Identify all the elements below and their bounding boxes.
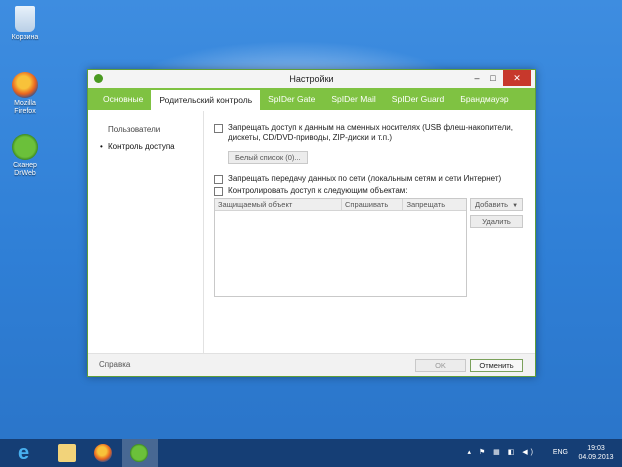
tab-general[interactable]: Основные <box>95 88 151 110</box>
checkbox-removable-media[interactable] <box>214 124 223 133</box>
recycle-bin-icon <box>15 6 35 32</box>
tray-icons[interactable]: ▴ ⚑ ▦ ◧ ◀) <box>467 448 536 456</box>
folder-icon <box>58 444 76 462</box>
title-bar[interactable]: Настройки – □ ✕ <box>88 70 535 88</box>
whitelist-button[interactable]: Белый список (0)... <box>228 151 308 164</box>
tab-bar: Основные Родительский контроль SpIDer Ga… <box>88 88 535 110</box>
language-indicator[interactable]: ENG <box>553 449 568 456</box>
add-button-label: Добавить <box>474 200 509 209</box>
add-button[interactable]: Добавить ▼ <box>470 198 523 211</box>
desktop-icon-label: Сканер DrWeb <box>13 162 37 177</box>
cancel-button[interactable]: Отменить <box>470 359 523 372</box>
chevron-down-icon: ▼ <box>512 203 519 209</box>
tab-spider-mail[interactable]: SpIDer Mail <box>323 88 383 110</box>
checkbox-network[interactable] <box>214 175 223 184</box>
remove-button[interactable]: Удалить <box>470 215 523 228</box>
maximize-button[interactable]: □ <box>485 70 501 86</box>
help-link[interactable]: Справка <box>99 360 130 369</box>
system-tray: ▴ ⚑ ▦ ◧ ◀) ENG 19:03 04.09.2013 <box>458 439 618 467</box>
tab-firewall[interactable]: Брандмауэр <box>452 88 516 110</box>
table-actions: Добавить ▼ Удалить <box>470 198 523 232</box>
column-header[interactable]: Спрашивать <box>342 199 404 210</box>
table-header: Защищаемый объект Спрашивать Запрещать <box>215 199 466 211</box>
column-header[interactable]: Запрещать <box>403 199 466 210</box>
settings-window: Настройки – □ ✕ Основные Родительский ко… <box>87 69 536 377</box>
desktop-icon-firefox[interactable]: Mozilla Firefox <box>2 72 48 116</box>
settings-content: Пользователи Контроль доступа Запрещать … <box>88 111 535 353</box>
clock-time: 19:03 <box>587 445 605 452</box>
option-control-objects[interactable]: Контролировать доступ к следующим объект… <box>214 186 523 196</box>
access-control-panel: Запрещать доступ к данным на сменных нос… <box>214 123 523 353</box>
option-label: Запрещать передачу данных по сети (локал… <box>228 174 502 183</box>
nav-item-access-control[interactable]: Контроль доступа <box>88 141 203 153</box>
clock[interactable]: 19:03 04.09.2013 <box>574 444 618 462</box>
tab-spider-guard[interactable]: SpIDer Guard <box>384 88 452 110</box>
taskbar: e ▴ ⚑ ▦ ◧ ◀) ENG 19:03 04.09.2013 <box>0 439 622 467</box>
internet-explorer-icon: e <box>18 442 30 464</box>
tab-spider-gate[interactable]: SpIDer Gate <box>260 88 323 110</box>
desktop-icon-label: Корзина <box>11 34 39 41</box>
desktop-icon-label: Mozilla Firefox <box>14 100 36 115</box>
taskbar-firefox[interactable] <box>86 439 122 467</box>
option-label: Запрещать доступ к данным на сменных нос… <box>228 123 513 142</box>
close-button[interactable]: ✕ <box>503 70 531 86</box>
drweb-spider-icon <box>12 134 38 160</box>
clock-date: 04.09.2013 <box>578 454 614 461</box>
drweb-spider-icon <box>130 444 148 462</box>
minimize-button[interactable]: – <box>469 70 485 86</box>
column-header[interactable]: Защищаемый объект <box>215 199 342 210</box>
taskbar-drweb[interactable] <box>122 439 158 467</box>
window-title: Настройки <box>289 74 334 84</box>
option-network[interactable]: Запрещать передачу данных по сети (локал… <box>214 174 523 184</box>
taskbar-file-explorer[interactable] <box>50 439 86 467</box>
ok-button[interactable]: OK <box>415 359 466 372</box>
option-removable-media[interactable]: Запрещать доступ к данным на сменных нос… <box>214 123 523 143</box>
protected-objects-table[interactable]: Защищаемый объект Спрашивать Запрещать <box>214 198 467 297</box>
tab-parental-control[interactable]: Родительский контроль <box>151 90 261 110</box>
taskbar-internet-explorer[interactable]: e <box>8 439 44 467</box>
checkbox-control-objects[interactable] <box>214 187 223 196</box>
nav-item-users[interactable]: Пользователи <box>88 124 203 136</box>
option-label: Контролировать доступ к следующим объект… <box>228 186 408 195</box>
firefox-icon <box>12 72 38 98</box>
left-navigation: Пользователи Контроль доступа <box>88 111 204 353</box>
desktop-icon-drweb-scanner[interactable]: Сканер DrWeb <box>2 134 48 178</box>
drweb-spider-icon <box>94 74 103 83</box>
firefox-icon <box>94 444 112 462</box>
window-footer: Справка OK Отменить <box>88 353 535 376</box>
desktop-icon-recycle-bin[interactable]: Корзина <box>2 6 48 42</box>
